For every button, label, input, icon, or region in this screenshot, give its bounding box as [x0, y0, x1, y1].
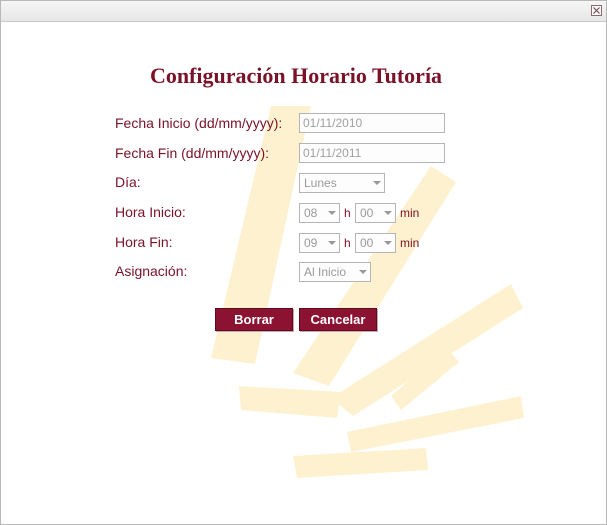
dia-label: Día: [115, 174, 141, 190]
dia-select[interactable]: Lunes [299, 173, 385, 193]
hora-inicio-minute-select[interactable]: 00 [355, 203, 396, 223]
chevron-down-icon [384, 241, 392, 245]
dia-select-value: Lunes [304, 176, 337, 190]
minute-unit-label: min [400, 206, 420, 220]
fecha-fin-label: Fecha Fin (dd/mm/yyyy): [115, 145, 270, 161]
chevron-down-icon [384, 211, 392, 215]
hour-unit-label: h [344, 206, 351, 220]
chevron-down-icon [359, 270, 367, 274]
minute-unit-label: min [400, 236, 420, 250]
hora-fin-label: Hora Fin: [115, 234, 173, 250]
asignacion-select[interactable]: Al Inicio [299, 262, 371, 282]
chevron-down-icon [328, 211, 336, 215]
asignacion-label: Asignación: [115, 263, 188, 279]
dialog-titlebar [1, 1, 606, 22]
hora-fin-minute-select[interactable]: 00 [355, 233, 396, 253]
hora-fin-hour-value: 09 [304, 236, 318, 250]
chevron-down-icon [328, 241, 336, 245]
borrar-button[interactable]: Borrar [215, 308, 293, 331]
hora-inicio-label: Hora Inicio: [115, 204, 186, 220]
cancelar-button[interactable]: Cancelar [299, 308, 377, 331]
chevron-down-icon [373, 181, 381, 185]
hora-fin-minute-value: 00 [360, 236, 374, 250]
page-title: Configuración Horario Tutoría [149, 63, 443, 88]
hora-inicio-hour-select[interactable]: 08 [299, 203, 340, 223]
hora-inicio-minute-value: 00 [360, 206, 374, 220]
hora-fin-hour-select[interactable]: 09 [299, 233, 340, 253]
asignacion-select-value: Al Inicio [304, 265, 347, 279]
fecha-fin-field[interactable]: 01/11/2011 [299, 143, 445, 163]
hora-inicio-hour-value: 08 [304, 206, 318, 220]
hour-unit-label: h [344, 236, 351, 250]
close-icon[interactable] [591, 5, 602, 16]
fecha-inicio-field[interactable]: 01/11/2010 [299, 113, 445, 133]
tutoria-dialog: Configuración Horario Tutoría Fecha Inic… [0, 0, 607, 525]
fecha-inicio-label: Fecha Inicio (dd/mm/yyyy): [115, 115, 283, 131]
